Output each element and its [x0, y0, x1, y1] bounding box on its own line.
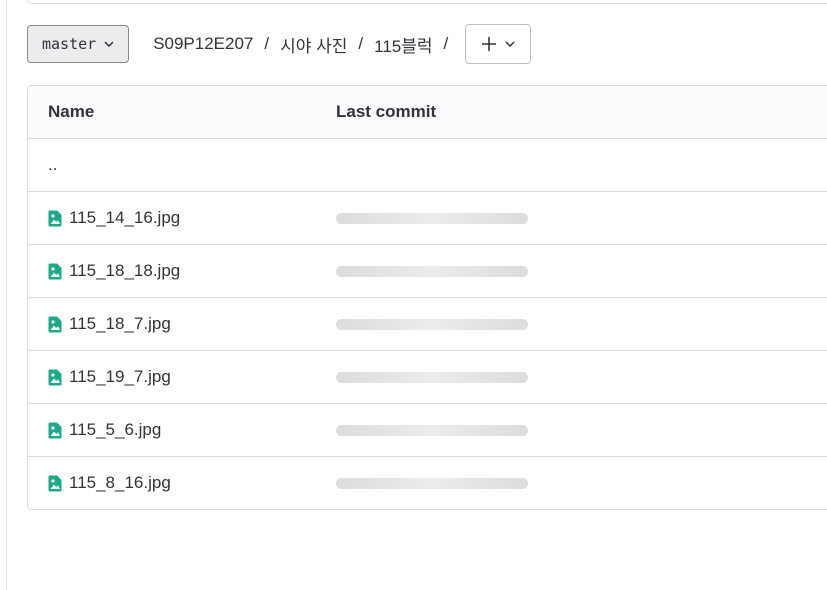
- breadcrumb-item-folder[interactable]: 시야 사진: [280, 32, 347, 57]
- file-name-link[interactable]: 115_18_18.jpg: [69, 261, 180, 281]
- chevron-down-icon: [104, 41, 114, 47]
- chevron-down-icon: [505, 41, 515, 47]
- column-header-name: Name: [48, 102, 95, 121]
- file-name-link[interactable]: 115_19_7.jpg: [69, 367, 171, 387]
- table-row[interactable]: 115_5_6.jpg: [28, 404, 827, 457]
- file-image-icon: [48, 422, 62, 438]
- last-commit-loading-placeholder: [336, 371, 528, 383]
- file-tree-table: Name Last commit .. 115_14_16.jpg 115_18…: [27, 85, 827, 510]
- last-commit-loading-placeholder: [336, 477, 528, 489]
- add-to-tree-button[interactable]: [465, 24, 532, 64]
- table-header: Name Last commit: [28, 86, 827, 139]
- file-name-link[interactable]: 115_5_6.jpg: [69, 420, 161, 440]
- top-panel-edge: [27, 0, 827, 4]
- table-row[interactable]: 115_14_16.jpg: [28, 192, 827, 245]
- file-name-link[interactable]: 115_14_16.jpg: [69, 208, 180, 228]
- breadcrumb-item-repo[interactable]: S09P12E207: [153, 34, 253, 54]
- breadcrumb-item-current[interactable]: 115블럭: [374, 32, 432, 57]
- table-row[interactable]: 115_19_7.jpg: [28, 351, 827, 404]
- file-name-link[interactable]: 115_18_7.jpg: [69, 314, 171, 334]
- table-row[interactable]: 115_18_7.jpg: [28, 298, 827, 351]
- table-row-parent[interactable]: ..: [28, 139, 827, 192]
- file-image-icon: [48, 475, 62, 491]
- last-commit-loading-placeholder: [336, 212, 528, 224]
- plus-icon: [482, 37, 497, 51]
- file-name-link[interactable]: 115_8_16.jpg: [69, 473, 171, 493]
- repo-toolbar: master S09P12E207 / 시야 사진 / 115블럭 /: [27, 24, 532, 64]
- breadcrumb-separator: /: [443, 34, 449, 53]
- file-image-icon: [48, 210, 62, 226]
- last-commit-loading-placeholder: [336, 265, 528, 277]
- column-header-last-commit: Last commit: [336, 102, 437, 121]
- breadcrumb-separator: /: [358, 34, 364, 53]
- last-commit-loading-placeholder: [336, 424, 528, 436]
- file-image-icon: [48, 369, 62, 385]
- table-row[interactable]: 115_18_18.jpg: [28, 245, 827, 298]
- file-image-icon: [48, 316, 62, 332]
- last-commit-loading-placeholder: [336, 318, 528, 330]
- branch-label: master: [42, 35, 97, 53]
- file-image-icon: [48, 263, 62, 279]
- breadcrumb-separator: /: [264, 34, 270, 53]
- page-left-border: [6, 0, 7, 590]
- table-row[interactable]: 115_8_16.jpg: [28, 457, 827, 509]
- breadcrumb: S09P12E207 / 시야 사진 / 115블럭 /: [153, 32, 459, 57]
- branch-switcher-button[interactable]: master: [27, 25, 130, 63]
- parent-directory-link[interactable]: ..: [48, 155, 57, 175]
